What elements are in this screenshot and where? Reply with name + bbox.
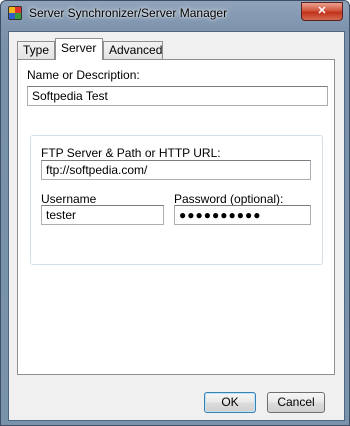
name-field[interactable]: Softpedia Test — [27, 86, 328, 106]
tab-server[interactable]: Server — [55, 38, 103, 60]
cancel-button[interactable]: Cancel — [267, 392, 325, 413]
close-button[interactable]: ✕ — [301, 2, 343, 21]
app-icon — [8, 6, 22, 20]
connection-group: FTP Server & Path or HTTP URL: ftp://sof… — [30, 135, 323, 265]
ftp-url-field[interactable]: ftp://softpedia.com/ — [41, 160, 311, 180]
name-label: Name or Description: — [27, 68, 140, 82]
ok-button[interactable]: OK — [204, 392, 256, 413]
dialog-client-area: Type Server Advanced Name or Description… — [8, 31, 345, 421]
title-bar[interactable]: Server Synchronizer/Server Manager ✕ — [1, 1, 349, 25]
password-label: Password (optional): — [174, 192, 284, 206]
ftp-label: FTP Server & Path or HTTP URL: — [41, 146, 221, 160]
password-field[interactable]: ●●●●●●●●●● — [174, 205, 311, 225]
server-tab-panel: Name or Description: Softpedia Test FTP … — [17, 59, 335, 375]
tab-type[interactable]: Type — [17, 41, 55, 59]
dialog-window: Server Synchronizer/Server Manager ✕ Typ… — [0, 0, 350, 426]
username-label: Username — [41, 192, 97, 206]
tab-advanced[interactable]: Advanced — [103, 41, 163, 59]
window-title: Server Synchronizer/Server Manager — [29, 6, 228, 20]
username-field[interactable]: tester — [41, 205, 164, 225]
